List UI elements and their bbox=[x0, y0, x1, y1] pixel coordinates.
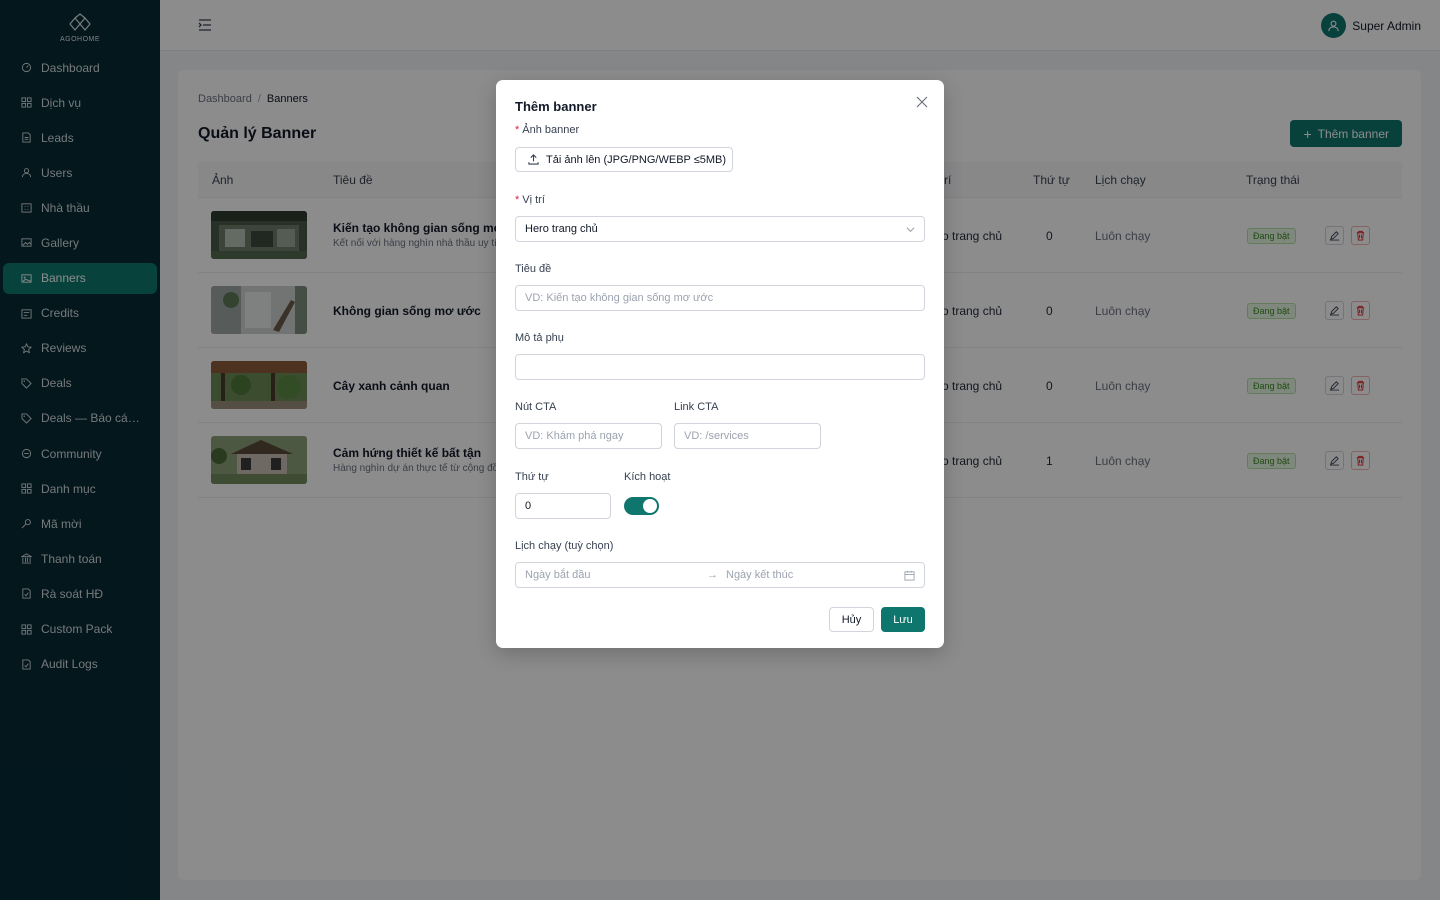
cta-label: Nút CTA bbox=[515, 401, 557, 413]
subtitle-input[interactable] bbox=[515, 354, 925, 380]
subtitle-label: Mô tả phụ bbox=[515, 332, 564, 344]
end-date-placeholder[interactable]: Ngày kết thúc bbox=[726, 569, 793, 581]
start-date-placeholder[interactable]: Ngày bắt đầu bbox=[525, 569, 590, 581]
title-input[interactable]: VD: Kiến tạo không gian sống mơ ước bbox=[515, 285, 925, 311]
toggle-knob bbox=[643, 499, 657, 513]
upload-icon bbox=[528, 154, 539, 165]
order-input[interactable]: 0 bbox=[515, 493, 611, 519]
image-label: * Ảnh banner bbox=[515, 124, 580, 136]
order-label: Thứ tự bbox=[515, 471, 549, 483]
title-placeholder: VD: Kiến tạo không gian sống mơ ước bbox=[525, 292, 714, 304]
cancel-button[interactable]: Hủy bbox=[829, 607, 874, 632]
position-select[interactable]: Hero trang chủ bbox=[515, 216, 925, 242]
chevron-down-icon bbox=[906, 227, 915, 233]
cta-input[interactable]: VD: Khám phá ngay bbox=[515, 423, 662, 449]
schedule-range-picker[interactable]: Ngày bắt đầu → Ngày kết thúc bbox=[515, 562, 925, 588]
active-label: Kích hoạt bbox=[624, 471, 671, 483]
schedule-label: Lịch chạy (tuỳ chọn) bbox=[515, 540, 614, 552]
link-cta-input[interactable]: VD: /services bbox=[674, 423, 821, 449]
modal-title: Thêm banner bbox=[515, 99, 597, 114]
arrow-right-icon: → bbox=[707, 569, 718, 581]
active-toggle[interactable] bbox=[624, 497, 659, 515]
add-banner-modal: Thêm banner * Ảnh banner Tải ảnh lên (JPG… bbox=[496, 80, 944, 648]
position-value: Hero trang chủ bbox=[525, 223, 598, 235]
link-cta-placeholder: VD: /services bbox=[684, 430, 749, 442]
link-cta-label: Link CTA bbox=[674, 401, 719, 413]
position-label: * Vị trí bbox=[515, 194, 545, 206]
cta-placeholder: VD: Khám phá ngay bbox=[525, 430, 624, 442]
close-icon[interactable] bbox=[916, 96, 928, 108]
title-label: Tiêu đề bbox=[515, 263, 552, 275]
upload-label: Tải ảnh lên (JPG/PNG/WEBP ≤5MB) bbox=[546, 153, 727, 166]
save-button[interactable]: Lưu bbox=[881, 607, 925, 632]
calendar-icon bbox=[904, 570, 915, 581]
order-value: 0 bbox=[525, 500, 532, 512]
upload-button[interactable]: Tải ảnh lên (JPG/PNG/WEBP ≤5MB) bbox=[515, 147, 733, 172]
